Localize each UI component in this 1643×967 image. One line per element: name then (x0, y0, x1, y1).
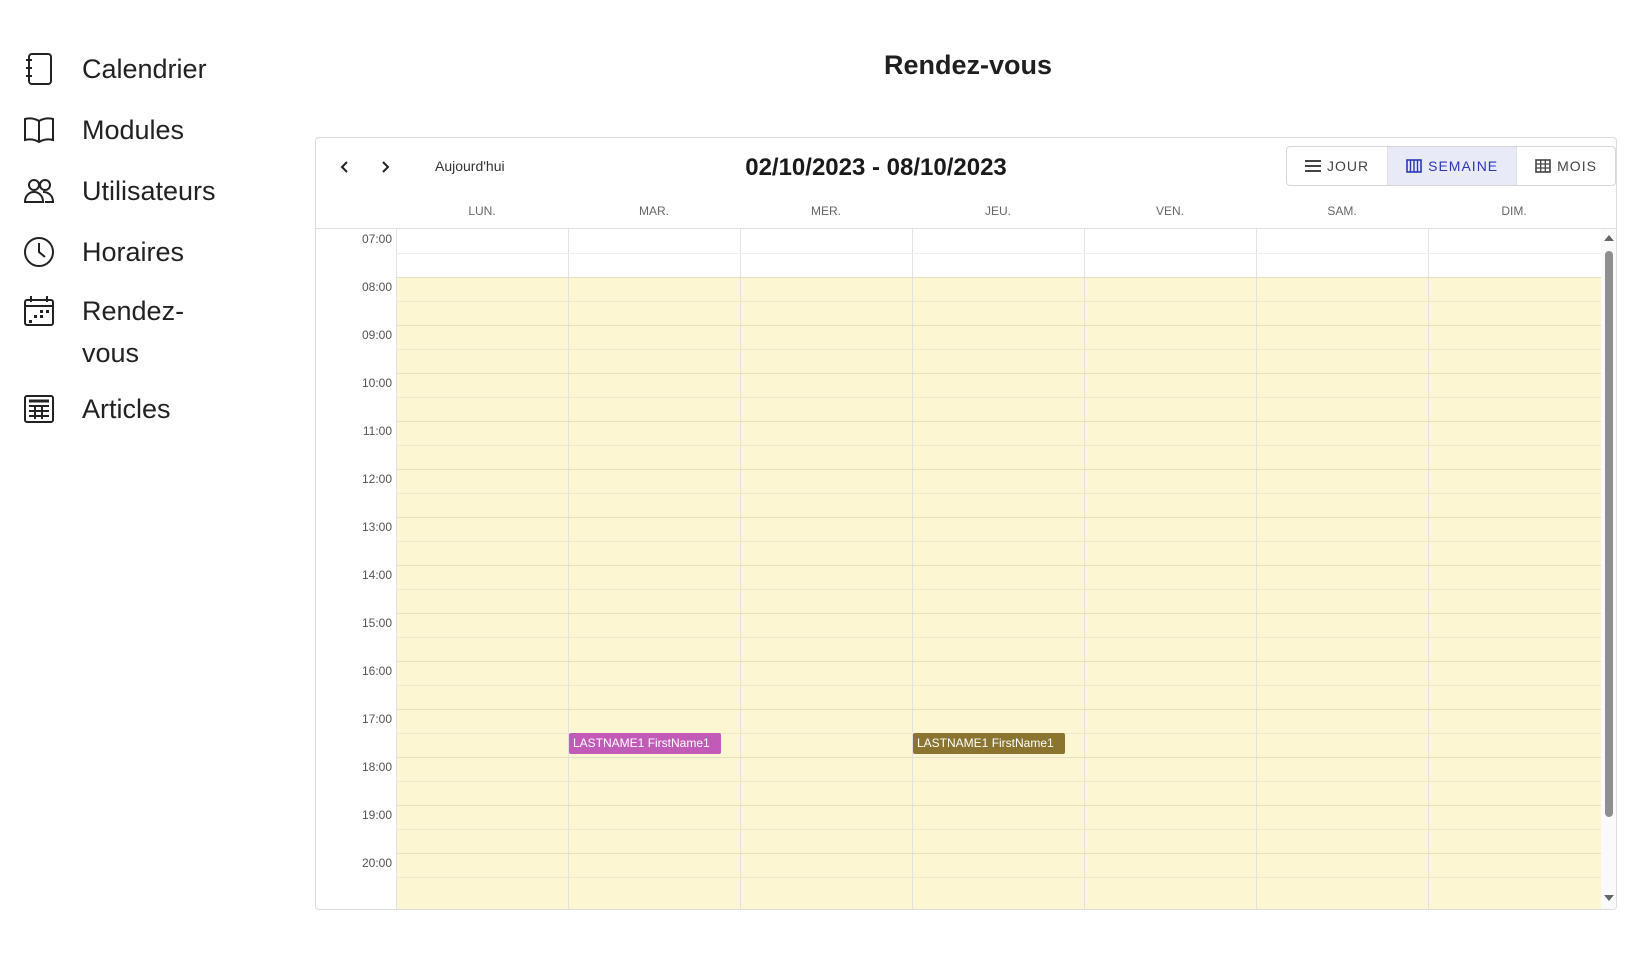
half-hour-line (396, 589, 1601, 590)
hour-line (396, 517, 1601, 518)
time-label: 11:00 (362, 424, 392, 438)
calendar: Aujourd'hui 02/10/2023 - 08/10/2023 JOUR… (315, 137, 1617, 910)
half-hour-line (396, 685, 1601, 686)
view-month-button[interactable]: MOIS (1517, 147, 1615, 185)
newspaper-icon (22, 392, 56, 426)
day-column[interactable] (912, 229, 1085, 909)
half-hour-line (396, 781, 1601, 782)
month-grid-icon (1535, 159, 1551, 173)
sidebar-item-horaires[interactable]: Horaires (22, 235, 184, 273)
half-hour-line (396, 445, 1601, 446)
time-label: 17:00 (361, 712, 392, 726)
sidebar-item-label: Utilisateurs (82, 176, 216, 206)
view-week-label: SEMAINE (1428, 158, 1499, 174)
time-label: 20:00 (361, 856, 392, 870)
time-label: 10:00 (361, 376, 392, 390)
sidebar-item-label: Rendez-vous (82, 296, 185, 368)
day-header: LUN. (468, 204, 496, 218)
time-label: 07:00 (361, 232, 392, 246)
hour-line (396, 613, 1601, 614)
next-week-button[interactable] (370, 152, 400, 182)
chevron-right-icon (382, 161, 390, 173)
date-range-title: 02/10/2023 - 08/10/2023 (745, 154, 1007, 181)
half-hour-line (396, 253, 1601, 254)
time-label: 14:00 (361, 568, 392, 582)
half-hour-line (396, 637, 1601, 638)
day-header: MER. (811, 204, 841, 218)
week-columns-icon (1406, 159, 1422, 173)
list-icon (1305, 160, 1321, 172)
time-label: 12:00 (361, 472, 392, 486)
sidebar-item-articles[interactable]: Articles (22, 392, 171, 430)
half-hour-line (396, 829, 1601, 830)
day-header: JEU. (984, 204, 1011, 218)
time-label: 16:00 (361, 664, 392, 678)
half-hour-line (396, 397, 1601, 398)
calendar-dots-icon (22, 294, 56, 328)
day-column[interactable] (740, 229, 913, 909)
day-header: SAM. (1327, 204, 1357, 218)
time-label: 19:00 (361, 808, 392, 822)
hour-line (396, 421, 1601, 422)
hour-line (396, 757, 1601, 758)
scroll-up-arrow-icon[interactable] (1604, 235, 1614, 241)
hour-line (396, 805, 1601, 806)
clock-icon (22, 235, 56, 269)
hour-line (396, 853, 1601, 854)
time-label: 09:00 (361, 328, 392, 342)
hour-line (396, 469, 1601, 470)
view-day-button[interactable]: JOUR (1287, 147, 1389, 185)
hour-line (396, 709, 1601, 710)
view-switcher: JOUR SEMAINE MOIS (1286, 146, 1616, 186)
appointment-event[interactable]: LASTNAME1 FirstName1 (913, 733, 1065, 754)
hour-line (396, 373, 1601, 374)
calendar-book-icon (22, 52, 56, 86)
day-column[interactable] (568, 229, 741, 909)
day-header: VEN. (1155, 204, 1184, 218)
sidebar-item-label: Calendrier (82, 54, 207, 84)
day-column[interactable] (396, 229, 569, 909)
previous-week-button[interactable] (330, 152, 360, 182)
users-icon (22, 174, 56, 208)
day-column[interactable] (1256, 229, 1429, 909)
time-label: 08:00 (361, 280, 392, 294)
day-header: MAR. (639, 204, 669, 218)
half-hour-line (396, 349, 1601, 350)
page-title: Rendez-vous (883, 50, 1053, 80)
book-open-icon (22, 113, 56, 147)
half-hour-line (396, 493, 1601, 494)
time-label: 18:00 (361, 760, 392, 774)
sidebar-item-utilisateurs[interactable]: Utilisateurs (22, 174, 216, 212)
day-column[interactable] (1084, 229, 1257, 909)
sidebar-item-label: Horaires (82, 237, 185, 267)
hour-line (396, 661, 1601, 662)
hour-line (396, 325, 1601, 326)
view-week-button[interactable]: SEMAINE (1388, 147, 1518, 185)
chevron-left-icon (340, 161, 348, 173)
half-hour-line (396, 877, 1601, 878)
day-column[interactable] (1428, 229, 1601, 909)
day-header: DIM. (1501, 204, 1527, 218)
scroll-down-arrow-icon[interactable] (1604, 895, 1614, 901)
view-day-label: JOUR (1327, 158, 1370, 174)
sidebar-item-label: Modules (82, 115, 185, 145)
time-label: 13:00 (361, 520, 392, 534)
calendar-scrollbar[interactable] (1601, 229, 1616, 909)
sidebar-item-calendrier[interactable]: Calendrier (22, 52, 207, 90)
hour-line (396, 565, 1601, 566)
half-hour-line (396, 541, 1601, 542)
today-button[interactable]: Aujourd'hui (435, 158, 505, 174)
sidebar-item-label: Articles (82, 394, 171, 424)
time-label: 15:00 (361, 616, 392, 630)
sidebar-item-modules[interactable]: Modules (22, 113, 184, 151)
scroll-thumb[interactable] (1605, 251, 1613, 817)
hour-line (396, 277, 1601, 278)
half-hour-line (396, 301, 1601, 302)
sidebar-item-rendez-vous[interactable]: Rendez-vous (22, 294, 212, 374)
time-grid[interactable]: 07:00 08:00 09:00 10:00 11:00 12:00 13:0… (316, 229, 1601, 909)
appointment-event[interactable]: LASTNAME1 FirstName1 (569, 733, 721, 754)
view-month-label: MOIS (1557, 158, 1597, 174)
